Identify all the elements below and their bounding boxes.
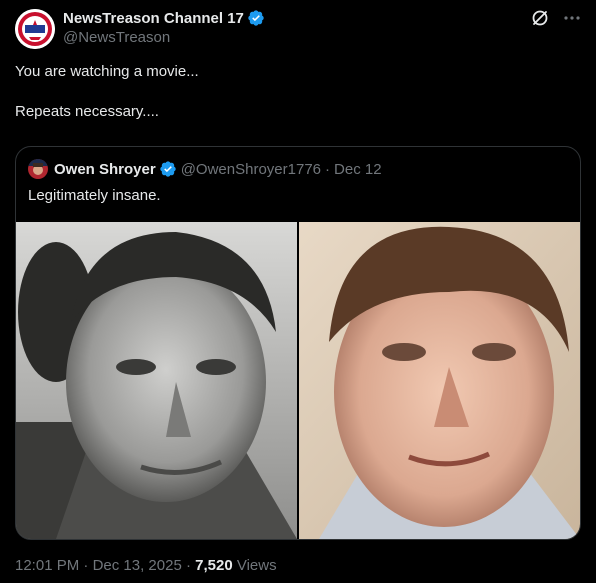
verified-badge-icon[interactable] xyxy=(247,9,265,27)
quoted-author-avatar[interactable] xyxy=(28,159,48,179)
bw-portrait-photo xyxy=(16,222,297,539)
footer-separator-1: · xyxy=(83,557,89,574)
post-text-line-1: You are watching a movie... xyxy=(15,63,199,80)
quoted-post-text: Legitimately insane. xyxy=(28,187,161,204)
quoted-post-header: Owen Shroyer @OwenShroyer1776 · Dec 12 xyxy=(28,159,382,179)
views-label[interactable]: Views xyxy=(237,557,277,574)
author-name-row: NewsTreason Channel 17 xyxy=(63,8,265,28)
quote-image-left[interactable] xyxy=(16,222,297,539)
post-footer: 12:01 PM · Dec 13, 2025 · 7,520 Views xyxy=(15,557,277,574)
quoted-media xyxy=(16,222,580,539)
author-info: NewsTreason Channel 17 @NewsTreason xyxy=(63,8,265,46)
footer-separator-2: · xyxy=(185,557,191,574)
post-date[interactable]: Dec 13, 2025 xyxy=(93,557,182,574)
author-avatar[interactable] xyxy=(15,9,55,49)
author-handle[interactable]: @NewsTreason xyxy=(63,29,265,46)
quoted-author-name[interactable]: Owen Shroyer xyxy=(54,161,156,178)
post-actions-top xyxy=(530,8,582,28)
quoted-verified-badge-icon[interactable] xyxy=(159,160,177,178)
newstreason-logo-icon xyxy=(15,9,55,49)
more-icon[interactable] xyxy=(562,8,582,28)
post-time[interactable]: 12:01 PM xyxy=(15,557,79,574)
grok-icon[interactable] xyxy=(530,8,550,28)
post-text-line-2: Repeats necessary.... xyxy=(15,103,159,120)
quoted-separator: · xyxy=(325,160,331,178)
quoted-date[interactable]: Dec 12 xyxy=(334,161,382,178)
post-text: You are watching a movie... Repeats nece… xyxy=(15,62,575,122)
views-count[interactable]: 7,520 xyxy=(195,557,233,574)
quoted-author-handle[interactable]: @OwenShroyer1776 xyxy=(181,161,321,178)
quoted-post-card[interactable]: Owen Shroyer @OwenShroyer1776 · Dec 12 L… xyxy=(15,146,581,540)
quote-image-right[interactable] xyxy=(299,222,580,539)
color-portrait-photo xyxy=(299,222,580,539)
author-display-name[interactable]: NewsTreason Channel 17 xyxy=(63,10,244,27)
